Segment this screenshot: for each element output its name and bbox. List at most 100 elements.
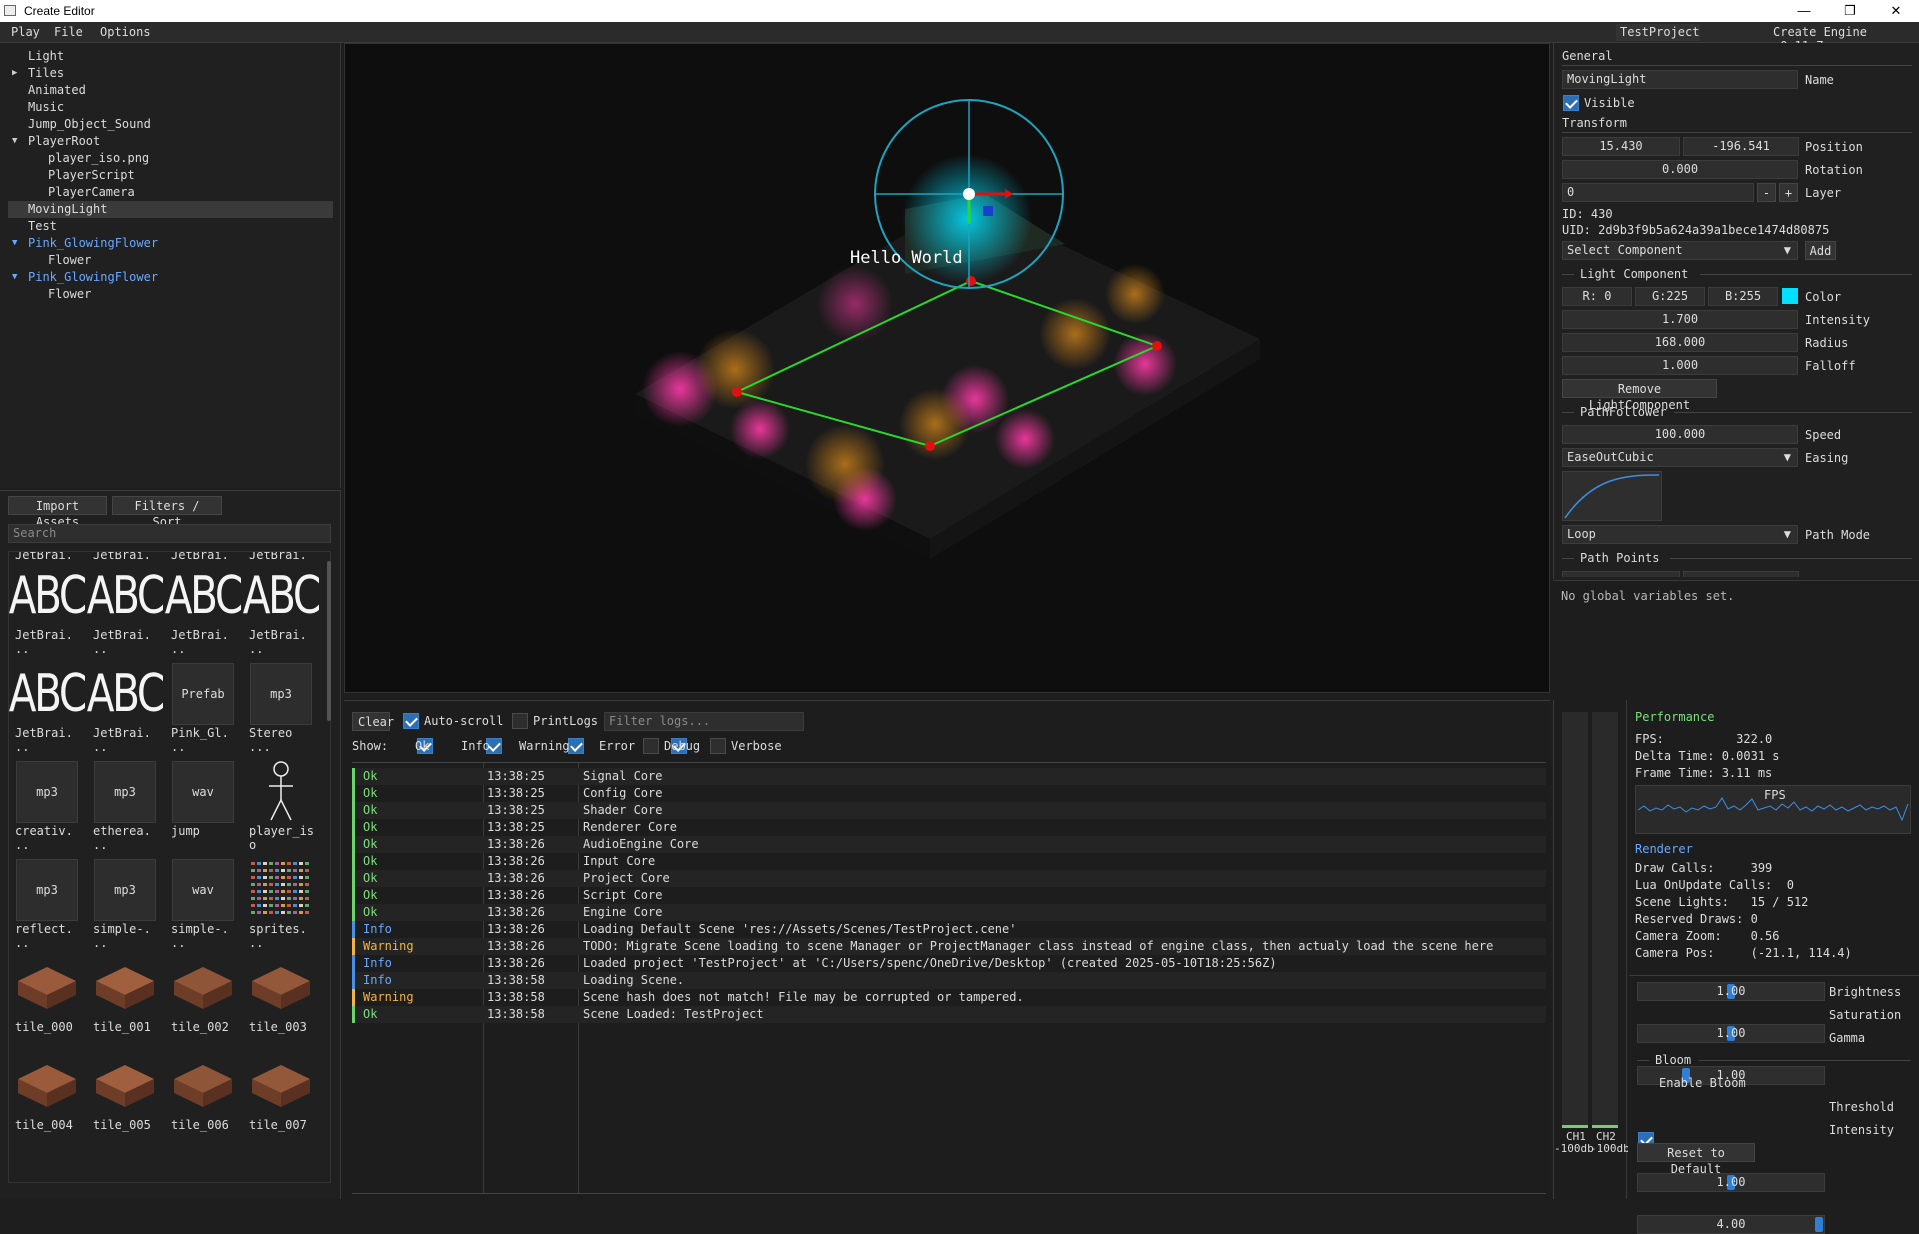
color-r-input[interactable]: R: 0 [1562,287,1632,306]
layer-increment-button[interactable]: + [1779,183,1798,202]
asset-tile[interactable]: wav jump [171,760,235,852]
scene-canvas[interactable]: Hello World [345,44,1551,694]
asset-tile[interactable]: wav simple-. .. [171,858,235,950]
menu-options[interactable]: Options [100,25,151,39]
position-y-input[interactable]: -196.541 [1683,137,1799,156]
hierarchy-item[interactable]: ▼ PlayerRoot [8,133,333,150]
reset-to-default-button[interactable]: Reset to Default [1637,1143,1755,1176]
log-row[interactable]: Ok 13:38:26 Project Core [352,870,1546,887]
filter-logs-input[interactable]: Filter logs... [604,712,804,731]
asset-tile[interactable]: mp3 Stereo ... [249,662,313,754]
asset-tile[interactable]: mp3 creativ. .. [15,760,79,852]
asset-tile[interactable]: mp3 simple-. .. [93,858,157,950]
log-row[interactable]: Ok 13:38:25 Signal Core [352,768,1546,785]
maximize-icon[interactable]: ❐ [1836,1,1864,21]
asset-tile[interactable]: ABC JetBrai. .. [9,662,87,754]
path-point-3[interactable] [925,441,935,451]
saturation-slider[interactable]: 1.00 [1637,1024,1825,1043]
path-point-4[interactable] [732,387,742,397]
asset-tile[interactable]: player_is o [249,760,313,852]
falloff-input[interactable]: 1.000 [1562,356,1798,375]
log-row[interactable]: Info 13:38:58 Loading Scene. [352,972,1546,989]
hierarchy-item[interactable]: PlayerCamera [8,184,333,201]
brightness-slider[interactable]: 1.00 [1637,982,1825,1001]
color-b-input[interactable]: B:255 [1708,287,1778,306]
asset-tile[interactable]: tile_000 [15,956,79,1048]
log-row[interactable]: Ok 13:38:25 Shader Core [352,802,1546,819]
menu-play[interactable]: Play [11,25,40,39]
asset-search-input[interactable]: Search [8,524,331,543]
path-mode-dropdown[interactable]: Loop ▼ [1562,525,1798,544]
log-row[interactable]: Ok 13:38:26 Engine Core [352,904,1546,921]
asset-tile[interactable]: ABC JetBrai. .. [165,564,243,656]
close-icon[interactable]: ✕ [1882,1,1910,21]
layer-input[interactable]: 0 [1562,183,1754,202]
collapse-arrow-icon[interactable]: ▼ [12,133,17,150]
name-input[interactable]: MovingLight [1562,70,1798,89]
show-verbose-checkbox[interactable] [710,738,726,754]
show-debug-checkbox[interactable] [643,738,659,754]
log-row[interactable]: Warning 13:38:26 TODO: Migrate Scene loadi… [352,938,1546,955]
asset-tile[interactable]: ABC JetBrai. .. [87,662,165,754]
path-point-2[interactable] [1152,341,1162,351]
asset-tile[interactable]: tile_006 [171,1054,235,1146]
asset-tile[interactable]: tile_005 [93,1054,157,1146]
hierarchy-item[interactable]: PlayerScript [8,167,333,184]
hierarchy-item[interactable]: ▶ Tiles [8,65,333,82]
hierarchy-item[interactable]: Music [8,99,333,116]
scene-viewport[interactable]: Hello World [344,43,1550,693]
bloom-intensity-slider[interactable]: 4.00 [1637,1215,1825,1234]
asset-tile[interactable]: tile_002 [171,956,235,1048]
hierarchy-item[interactable]: MovingLight [8,201,333,218]
log-row[interactable]: Warning 13:38:58 Scene hash does not match… [352,989,1546,1006]
hierarchy-item[interactable]: Flower [8,252,333,269]
asset-tile[interactable]: tile_004 [15,1054,79,1146]
light-position-dot[interactable] [963,188,975,200]
hierarchy-item[interactable]: player_iso.png [8,150,333,167]
menu-file[interactable]: File [54,25,83,39]
expand-arrow-icon[interactable]: ▶ [12,65,17,82]
log-row[interactable]: Ok 13:38:26 AudioEngine Core [352,836,1546,853]
minimize-icon[interactable]: — [1790,1,1818,21]
hierarchy-item[interactable]: Test [8,218,333,235]
color-swatch[interactable] [1782,288,1798,304]
asset-scrollbar[interactable] [327,561,331,721]
asset-tile[interactable]: tile_001 [93,956,157,1048]
remove-light-button[interactable]: Remove LightComponent [1562,379,1717,412]
radius-input[interactable]: 168.000 [1562,333,1798,352]
log-row[interactable]: Info 13:38:26 Loaded project 'TestProject'… [352,955,1546,972]
select-component-dropdown[interactable]: Select Component ▼ [1562,241,1798,260]
asset-tile[interactable]: sprites. .. [249,858,313,950]
color-g-input[interactable]: G:225 [1635,287,1705,306]
hierarchy-item[interactable]: Flower [8,286,333,303]
collapse-arrow-icon[interactable]: ▼ [12,235,17,252]
hierarchy-item[interactable]: Jump_Object_Sound [8,116,333,133]
rotation-input[interactable]: 0.000 [1562,160,1798,179]
hierarchy-item[interactable]: ▼ Pink_GlowingFlower [8,235,333,252]
hierarchy-item[interactable]: Animated [8,82,333,99]
asset-tile[interactable]: tile_003 [249,956,313,1048]
show-warning-checkbox[interactable] [567,738,584,754]
filters-sort-button[interactable]: Filters / Sort [112,496,222,529]
printlogs-checkbox[interactable] [512,713,528,729]
hierarchy-item[interactable]: ▼ Pink_GlowingFlower [8,269,333,286]
gizmo-center-handle[interactable] [983,206,993,216]
log-row[interactable]: Ok 13:38:25 Config Core [352,785,1546,802]
asset-tile[interactable]: mp3 etherea. .. [93,760,157,852]
easing-dropdown[interactable]: EaseOutCubic ▼ [1562,448,1798,467]
asset-tile[interactable]: Prefab Pink_Gl. .. [171,662,235,754]
visible-checkbox[interactable] [1563,95,1579,111]
asset-tile[interactable]: ABC JetBrai. .. [9,564,87,656]
layer-decrement-button[interactable]: - [1757,183,1776,202]
log-row[interactable]: Ok 13:38:58 Scene Loaded: TestProject [352,1006,1546,1023]
log-row[interactable]: Ok 13:38:26 Input Core [352,853,1546,870]
speed-input[interactable]: 100.000 [1562,425,1798,444]
path-point-1[interactable] [966,276,976,286]
log-row[interactable]: Ok 13:38:25 Renderer Core [352,819,1546,836]
bloom-intensity-knob[interactable] [1815,1217,1823,1232]
log-row[interactable]: Info 13:38:26 Loading Default Scene 'res:/… [352,921,1546,938]
intensity-input[interactable]: 1.700 [1562,310,1798,329]
threshold-slider[interactable]: 1.00 [1637,1173,1825,1192]
asset-tile[interactable]: mp3 reflect. .. [15,858,79,950]
asset-tile[interactable]: ABC JetBrai. .. [87,564,165,656]
